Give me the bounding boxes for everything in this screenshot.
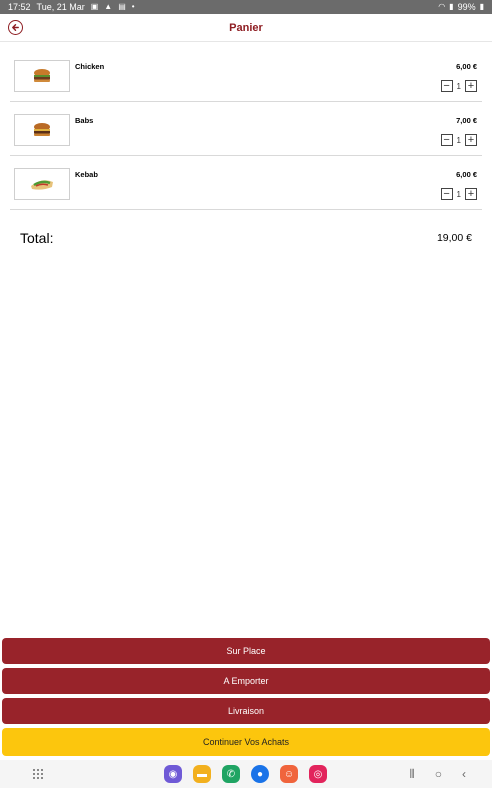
battery-icon: ▮ bbox=[479, 2, 484, 11]
status-bar: 17:52 Tue, 21 Mar ▣ ▲ ▤ • ◠ ▮ 99% ▮ bbox=[0, 0, 492, 14]
recents-icon[interactable]: ⦀ bbox=[409, 767, 414, 782]
dot-icon: • bbox=[131, 2, 135, 11]
increase-quantity-button[interactable]: + bbox=[465, 80, 477, 92]
internet-icon[interactable]: ◉ bbox=[164, 765, 182, 783]
dock: ◉ ▬ ✆ ● ☺ ◎ bbox=[164, 765, 327, 783]
files-icon[interactable]: ▬ bbox=[193, 765, 211, 783]
wifi-icon: ◠ bbox=[438, 2, 446, 11]
burger-icon bbox=[34, 69, 50, 82]
order-actions: Sur Place A Emporter Livraison Continuer… bbox=[2, 638, 490, 760]
takeaway-button[interactable]: A Emporter bbox=[2, 668, 490, 694]
item-price: 6,00 € bbox=[456, 170, 477, 179]
dine-in-button[interactable]: Sur Place bbox=[2, 638, 490, 664]
increase-quantity-button[interactable]: + bbox=[465, 134, 477, 146]
cart-list: Chicken 6,00 € − 1 + Babs 7,00 € − 1 + K… bbox=[10, 48, 482, 210]
item-name: Kebab bbox=[75, 170, 98, 179]
home-icon[interactable]: ○ bbox=[435, 767, 442, 782]
total-label: Total: bbox=[20, 230, 54, 246]
quantity-value: 1 bbox=[456, 135, 461, 145]
page-title: Panier bbox=[229, 21, 263, 34]
app-bar: Panier bbox=[0, 14, 492, 42]
battery-level: 99% bbox=[457, 2, 476, 12]
decrease-quantity-button[interactable]: − bbox=[440, 134, 453, 146]
app-drawer-icon[interactable] bbox=[33, 769, 43, 779]
quantity-stepper: − 1 + bbox=[440, 188, 477, 200]
cart-item: Babs 7,00 € − 1 + bbox=[10, 102, 482, 156]
messages-icon[interactable]: ● bbox=[251, 765, 269, 783]
cart-item: Chicken 6,00 € − 1 + bbox=[10, 48, 482, 102]
kebab-icon bbox=[31, 180, 53, 190]
phone-icon[interactable]: ✆ bbox=[222, 765, 240, 783]
delivery-button[interactable]: Livraison bbox=[2, 698, 490, 724]
quantity-value: 1 bbox=[456, 81, 461, 91]
cart-item: Kebab 6,00 € − 1 + bbox=[10, 156, 482, 210]
system-nav-bar: ◉ ▬ ✆ ● ☺ ◎ ⦀ ○ ‹ bbox=[0, 760, 492, 788]
quantity-stepper: − 1 + bbox=[440, 134, 477, 146]
quantity-value: 1 bbox=[456, 189, 461, 199]
back-icon[interactable]: ‹ bbox=[462, 767, 466, 782]
contacts-icon[interactable]: ☺ bbox=[280, 765, 298, 783]
continue-shopping-button[interactable]: Continuer Vos Achats bbox=[2, 728, 490, 756]
status-date: Tue, 21 Mar bbox=[36, 2, 85, 12]
notification-icon: ▲ bbox=[104, 2, 113, 11]
item-image bbox=[14, 114, 70, 146]
item-name: Babs bbox=[75, 116, 94, 125]
total-row: Total: 19,00 € bbox=[20, 230, 472, 246]
decrease-quantity-button[interactable]: − bbox=[440, 80, 453, 92]
item-price: 7,00 € bbox=[456, 116, 477, 125]
burger-icon bbox=[34, 123, 50, 136]
item-price: 6,00 € bbox=[456, 62, 477, 71]
image-icon: ▣ bbox=[90, 2, 99, 11]
decrease-quantity-button[interactable]: − bbox=[440, 188, 453, 200]
back-arrow-svg bbox=[12, 24, 19, 31]
item-image bbox=[14, 168, 70, 200]
total-value: 19,00 € bbox=[436, 232, 472, 244]
increase-quantity-button[interactable]: + bbox=[465, 188, 477, 200]
camera-icon[interactable]: ◎ bbox=[309, 765, 327, 783]
item-name: Chicken bbox=[75, 62, 105, 71]
signal-icon: ▮ bbox=[449, 2, 454, 11]
back-arrow-icon[interactable] bbox=[8, 20, 23, 35]
system-nav-buttons: ⦀ ○ ‹ bbox=[409, 767, 466, 782]
status-time: 17:52 bbox=[8, 2, 31, 12]
quantity-stepper: − 1 + bbox=[440, 80, 477, 92]
item-image bbox=[14, 60, 70, 92]
calendar-icon: ▤ bbox=[118, 2, 126, 11]
